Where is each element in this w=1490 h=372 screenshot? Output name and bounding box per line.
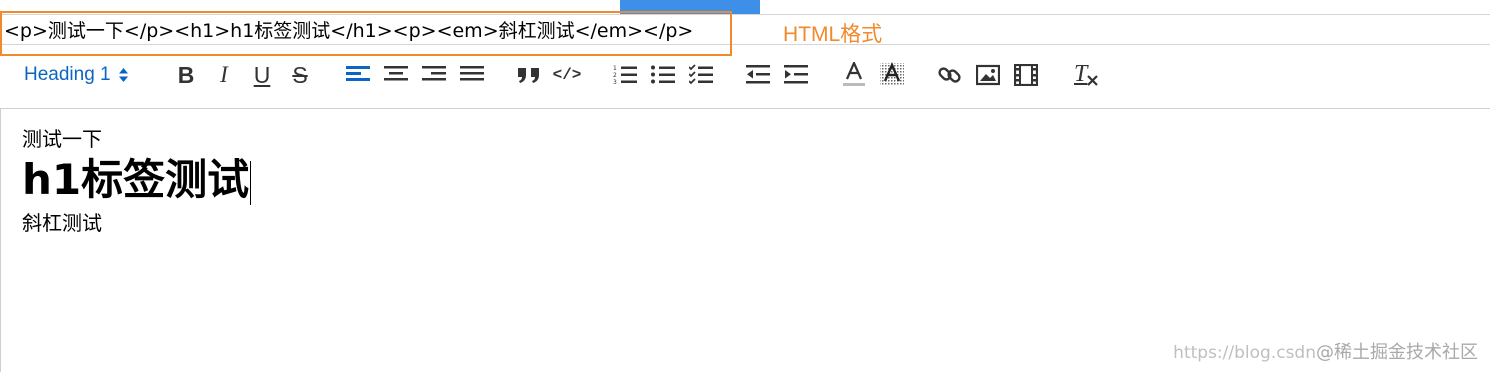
background-color-icon (880, 62, 904, 85)
editor-italic-text[interactable]: 斜杠测试 (22, 211, 102, 235)
blockquote-button[interactable] (516, 62, 542, 88)
ordered-list-button[interactable]: 123 (612, 62, 638, 88)
svg-text:3: 3 (613, 79, 617, 86)
font-color-icon (843, 62, 865, 86)
quote-icon (518, 68, 539, 83)
toolbar-bottom-border (0, 108, 1490, 109)
code-block-button[interactable]: </> (552, 62, 582, 88)
editor-paragraph[interactable]: 测试一下 (22, 124, 1462, 154)
outdent-button[interactable] (745, 62, 771, 88)
align-right-icon (422, 66, 446, 81)
watermark-brand: @稀土掘金技术社区 (1316, 342, 1478, 363)
link-icon (938, 67, 961, 83)
strikethrough-button[interactable]: S (287, 62, 313, 88)
align-center-button[interactable] (383, 62, 409, 88)
editor-paragraph-italic[interactable]: 斜杠测试 (22, 209, 1462, 237)
align-right-button[interactable] (421, 62, 447, 88)
svg-text:1: 1 (613, 65, 617, 72)
italic-icon: I (220, 62, 228, 87)
underline-icon: U (253, 62, 271, 88)
outdent-icon (746, 65, 770, 84)
strikethrough-icon: S (292, 62, 308, 88)
text-cursor (250, 160, 252, 205)
editor-left-border (0, 109, 1, 372)
insert-video-button[interactable] (1013, 62, 1039, 88)
bullet-list-button[interactable] (650, 62, 676, 88)
editor-content-area[interactable]: 测试一下 h1标签测试 斜杠测试 (22, 124, 1462, 237)
italic-button[interactable]: I (211, 62, 237, 88)
editor-heading-1[interactable]: h1标签测试 (22, 156, 1462, 205)
align-justify-icon (460, 66, 484, 81)
video-icon (1014, 64, 1038, 86)
html-source-text: <p>测试一下</p><h1>h1标签测试</h1><p><em>斜杠测试</e… (4, 20, 694, 42)
indent-icon (784, 65, 808, 84)
bullet-list-icon (651, 65, 675, 84)
clear-format-button[interactable]: T (1071, 61, 1101, 88)
align-center-icon (384, 66, 408, 81)
editor-heading-text[interactable]: h1标签测试 (22, 155, 249, 204)
indent-button[interactable] (783, 62, 809, 88)
align-justify-button[interactable] (459, 62, 485, 88)
svg-text:2: 2 (613, 72, 617, 79)
insert-image-button[interactable] (975, 62, 1001, 88)
insert-link-button[interactable] (937, 62, 963, 88)
editor-toolbar: Heading 1 B I U S </> 123 T (0, 45, 1490, 108)
bold-icon: B (177, 62, 195, 88)
checklist-icon (689, 64, 713, 85)
background-color-button[interactable] (879, 62, 905, 88)
chevron-updown-icon (118, 67, 129, 83)
align-left-button[interactable] (345, 62, 371, 88)
heading-select[interactable]: Heading 1 (24, 60, 129, 90)
clear-format-icon: T (1072, 61, 1100, 88)
align-left-icon (346, 66, 370, 81)
heading-select-label: Heading 1 (24, 64, 111, 85)
image-icon (976, 64, 1000, 86)
clear-format-letter: T (1074, 61, 1088, 87)
ordered-list-icon: 123 (613, 65, 637, 86)
underline-button[interactable]: U (249, 62, 275, 88)
bold-button[interactable]: B (173, 62, 199, 88)
checklist-button[interactable] (688, 62, 714, 88)
code-icon: </> (552, 66, 582, 84)
font-color-button[interactable] (841, 62, 867, 88)
watermark: https://blog.csdn@稀土掘金技术社区 (1173, 338, 1478, 364)
watermark-url: https://blog.csdn (1173, 343, 1316, 363)
